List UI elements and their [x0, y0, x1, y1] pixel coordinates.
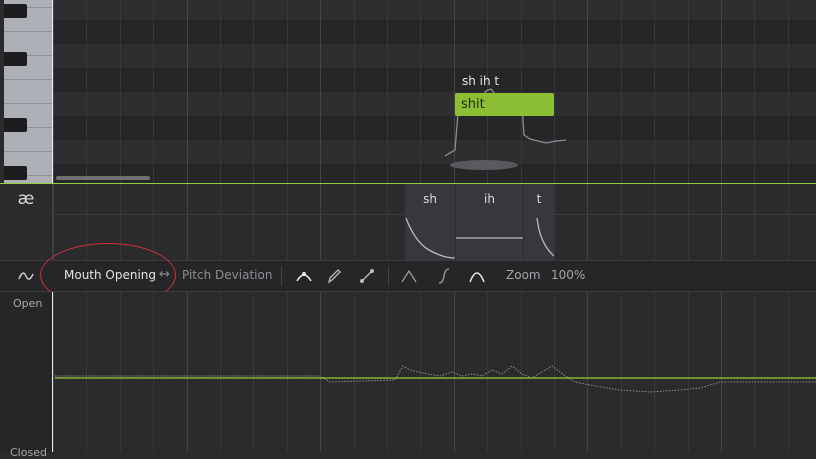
- grid-line: [354, 184, 355, 260]
- pitch-deviation-tab[interactable]: Pitch Deviation: [182, 268, 272, 282]
- grid-line: [253, 184, 254, 260]
- grid-line: [688, 184, 689, 260]
- toolbar-separator: [388, 266, 389, 286]
- grid-line: [721, 184, 722, 260]
- grid-line: [220, 184, 221, 260]
- grid-line: [387, 184, 388, 260]
- phoneme-box-ih[interactable]: ih: [455, 184, 523, 260]
- note-waveform: [450, 160, 518, 170]
- phoneme-envelope: [536, 217, 554, 257]
- grid-line: [153, 184, 154, 260]
- grid-line: [754, 184, 755, 260]
- arch-shape-icon[interactable]: [467, 266, 487, 286]
- grid-line: [53, 184, 54, 260]
- reference-curve: [55, 365, 816, 393]
- phoneme-lane-border: [52, 184, 53, 260]
- grid-line: [654, 184, 655, 260]
- note-block[interactable]: shit: [455, 93, 554, 116]
- note-phonemes: sh ih t: [462, 74, 500, 88]
- grid-line: [320, 184, 321, 260]
- grid-line: [587, 184, 588, 260]
- phoneme-label: sh: [423, 192, 437, 206]
- grid-line: [554, 184, 555, 260]
- grid-line: [788, 184, 789, 260]
- wave-icon[interactable]: [16, 266, 36, 286]
- bezier-pen-icon[interactable]: [294, 266, 314, 286]
- grid-line: [287, 184, 288, 260]
- phoneme-box-sh[interactable]: sh: [404, 184, 455, 260]
- zoom-label: Zoom: [506, 268, 541, 282]
- grid-line: [621, 184, 622, 260]
- grid-line: [187, 184, 188, 260]
- phoneme-label: t: [536, 192, 542, 206]
- phoneme-envelope: [456, 237, 523, 239]
- phoneme-box-t[interactable]: t: [523, 184, 554, 260]
- s-curve-shape-icon[interactable]: [434, 266, 454, 286]
- horizontal-scrollbar[interactable]: [56, 176, 150, 180]
- phoneme-label: ih: [484, 192, 495, 206]
- note-lyric: shit: [461, 97, 485, 112]
- toolbar-separator: [281, 266, 282, 286]
- zoom-value[interactable]: 100%: [551, 268, 585, 282]
- pencil-icon[interactable]: [324, 266, 344, 286]
- automation-curves: [55, 365, 816, 393]
- phoneme-envelope: [405, 217, 455, 259]
- peak-shape-icon[interactable]: [399, 266, 419, 286]
- pitch-curve-overlay: [444, 88, 567, 170]
- phoneme-lane-icon: æ: [17, 189, 35, 209]
- line-tool-icon[interactable]: [357, 266, 377, 286]
